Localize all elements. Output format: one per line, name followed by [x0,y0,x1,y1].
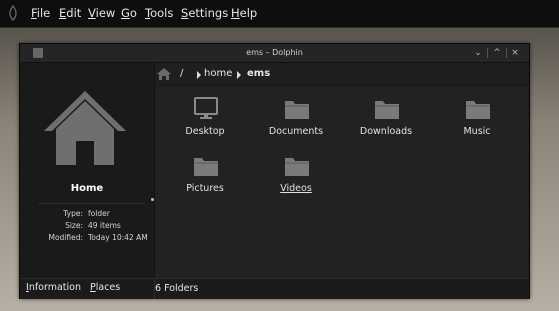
information-panel: Home Type: folder Size: 49 items Modifie… [20,63,155,278]
file-item-videos[interactable]: Videos [258,154,334,204]
info-value: Today 10:42 AM [88,233,148,242]
close-button[interactable]: × [509,47,521,59]
info-divider [38,203,144,204]
breadcrumb: / home ems [155,63,528,86]
file-label: Downloads [359,126,413,137]
window-title: ems – Dolphin [246,48,303,57]
info-key: Size: [65,221,83,230]
file-item-documents[interactable]: Documents [258,97,334,147]
file-item-desktop[interactable]: Desktop [167,97,243,147]
info-title: Home [70,183,104,194]
tab-places[interactable]: Places [90,282,120,293]
menu-help[interactable]: Help [231,6,257,20]
menu-view[interactable]: View [88,6,115,20]
info-key: Type: [63,209,83,218]
shade-button[interactable]: ⌄ [472,47,484,59]
title-separator [506,48,507,58]
info-value: 49 items [88,221,121,230]
menu-edit[interactable]: Edit [59,6,81,20]
file-label: Videos [280,183,312,194]
dolphin-window: ems – Dolphin ⌄ ^ × Home Type: folder Si… [19,43,530,299]
folder-icon [194,158,218,176]
info-value: folder [88,209,110,218]
breadcrumb-home[interactable]: home [204,68,232,79]
file-item-downloads[interactable]: Downloads [348,97,424,147]
file-label: Music [463,126,491,137]
folder-icon [285,101,309,119]
menu-go[interactable]: Go [121,6,137,20]
file-item-pictures[interactable]: Pictures [167,154,243,204]
title-separator [487,48,488,58]
breadcrumb-current[interactable]: ems [247,68,270,79]
monitor-icon [194,97,218,119]
folder-icon [466,101,490,119]
maximize-button[interactable]: ^ [491,47,503,59]
file-label: Documents [268,126,324,137]
menu-settings[interactable]: Settings [181,6,228,20]
menu-file[interactable]: File [31,6,50,20]
bottom-bar: Information Places 6 Folders [20,278,529,299]
file-item-music[interactable]: Music [439,97,515,147]
dolphin-app-icon [9,5,17,21]
status-text: 6 Folders [155,283,199,294]
folder-icon [375,101,399,119]
title-bar[interactable]: ems – Dolphin ⌄ ^ × [20,44,529,63]
breadcrumb-root[interactable]: / [180,68,183,79]
home-icon[interactable] [157,68,171,80]
file-view: / home ems Desktop Documents Downloads M… [155,63,528,278]
menubar: File Edit View Go Tools Settings Help [0,0,559,28]
splitter-handle[interactable] [151,198,154,201]
chevron-right-icon[interactable] [197,71,201,79]
chevron-right-icon[interactable] [237,71,241,79]
info-key: Modified: [48,233,83,242]
file-label: Desktop [185,126,225,137]
file-label: Pictures [186,183,224,194]
tab-information[interactable]: Information [26,282,81,293]
folder-icon [285,158,309,176]
home-folder-icon [44,91,126,165]
menu-tools[interactable]: Tools [145,6,173,20]
